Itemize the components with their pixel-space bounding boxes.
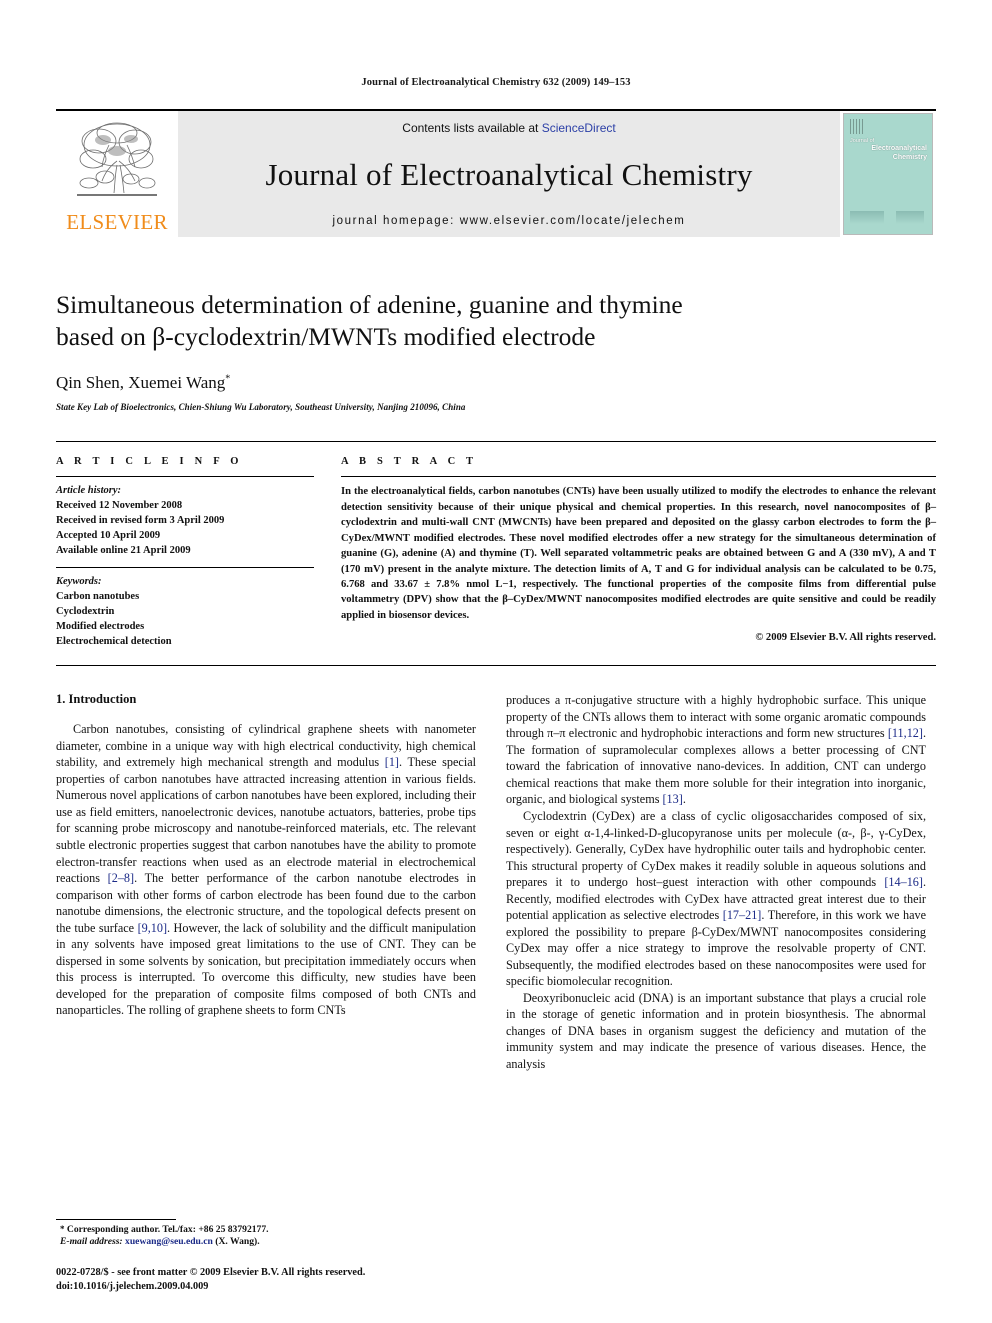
article-history-label: Article history: <box>56 485 122 497</box>
elsevier-logo: ELSEVIER <box>56 111 178 237</box>
article-info-column: A R T I C L E I N F O Article history: R… <box>56 456 332 649</box>
journal-masthead: ELSEVIER Contents lists available at Sci… <box>56 109 936 237</box>
paragraph-text: . <box>682 792 686 807</box>
imprint-block: 0022-0728/$ - see front matter © 2009 El… <box>56 1266 516 1295</box>
body-column-right: produces a π-conjugative structure with … <box>506 692 926 1072</box>
doi: doi:10.1016/j.jelechem.2009.04.009 <box>56 1281 209 1293</box>
reference-citation-link[interactable]: [9,10] <box>138 921 167 935</box>
issn-front-matter: 0022-0728/$ - see front matter © 2009 El… <box>56 1266 366 1278</box>
history-item-accepted: Accepted 10 April 2009 <box>56 530 161 542</box>
footnote-email: E-mail address: xuewang@seu.edu.cn (X. W… <box>56 1236 476 1249</box>
cover-title-text: Journal of Electroanalytical Chemistry <box>850 138 927 162</box>
contents-prefix: Contents lists available at <box>402 121 542 135</box>
journal-cover-thumbnail: Journal of Electroanalytical Chemistry <box>840 111 936 237</box>
author-names: Qin Shen, Xuemei Wang <box>56 373 226 393</box>
footnote-block: * Corresponding author. Tel./fax: +86 25… <box>56 1218 476 1250</box>
right-column-paragraphs: produces a π-conjugative structure with … <box>506 692 926 1072</box>
keyword-item-3: Modified electrodes <box>56 621 145 633</box>
contents-lists-line: Contents lists available at ScienceDirec… <box>402 121 615 135</box>
cover-publisher-mark-icon <box>850 119 863 134</box>
paragraph-text: . However, the lack of solubility and th… <box>56 920 477 1018</box>
email-owner: (X. Wang). <box>215 1236 260 1248</box>
footnote-rule <box>56 1218 176 1220</box>
body-column-left: 1. Introduction Carbon nanotubes, consis… <box>56 692 476 1072</box>
body-paragraph: produces a π-conjugative structure with … <box>506 692 926 808</box>
reference-citation-link[interactable]: [17–21] <box>723 908 762 922</box>
body-paragraph: Cyclodextrin (CyDex) are a class of cycl… <box>506 808 926 990</box>
cover-image: Journal of Electroanalytical Chemistry <box>843 113 933 235</box>
reference-citation-link[interactable]: [11,12] <box>888 726 923 740</box>
article-info-heading: A R T I C L E I N F O <box>56 456 243 468</box>
reference-citation-link[interactable]: [14–16] <box>884 875 923 889</box>
sciencedirect-link[interactable]: ScienceDirect <box>542 121 616 135</box>
abstract-copyright: © 2009 Elsevier B.V. All rights reserved… <box>755 632 936 644</box>
body-paragraph: Carbon nanotubes, consisting of cylindri… <box>56 721 476 1019</box>
cover-footer-logo-left-icon <box>850 211 884 224</box>
keyword-item-1: Carbon nanotubes <box>56 591 140 603</box>
paragraph-text: . These special properties of carbon nan… <box>56 755 477 886</box>
abstract-column: A B S T R A C T In the electroanalytical… <box>332 456 936 649</box>
paragraph-text: produces a π-conjugative structure with … <box>506 693 926 741</box>
history-item-received: Received 12 November 2008 <box>56 500 183 512</box>
history-item-online: Available online 21 April 2009 <box>56 545 191 557</box>
keyword-item-4: Electrochemical detection <box>56 636 172 648</box>
cover-title-line-3: Chemistry <box>892 153 927 161</box>
paper-page: Journal of Electroanalytical Chemistry 6… <box>0 0 992 1323</box>
corresponding-author-marker: * <box>225 373 231 385</box>
abstract-text: In the electroanalytical fields, carbon … <box>341 486 936 621</box>
running-head: Journal of Electroanalytical Chemistry 6… <box>361 77 631 88</box>
paragraph-text: Cyclodextrin (CyDex) are a class of cycl… <box>506 808 926 890</box>
cover-title-line-2: Electroanalytical <box>871 144 927 152</box>
article-title-line-2: based on β-cyclodextrin/MWNTs modified e… <box>56 322 596 352</box>
cover-title-line-1: Journal of <box>850 138 875 144</box>
abstract-heading: A B S T R A C T <box>341 456 478 468</box>
paragraph-text: Deoxyribonucleic acid (DNA) is an import… <box>506 990 926 1071</box>
article-history-group: Article history: Received 12 November 20… <box>56 477 314 567</box>
elsevier-tree-icon <box>77 122 157 196</box>
keywords-group: Keywords: Carbon nanotubes Cyclodextrin … <box>56 568 314 649</box>
keywords-label: Keywords: <box>56 576 102 588</box>
asterisk-icon: * <box>60 1223 65 1234</box>
reference-citation-link[interactable]: [13] <box>663 792 683 806</box>
footnote-corresponding-text: Corresponding author. Tel./fax: +86 25 8… <box>66 1223 269 1235</box>
body-region: 1. Introduction Carbon nanotubes, consis… <box>56 665 936 1072</box>
history-item-revised: Received in revised form 3 April 2009 <box>56 515 225 527</box>
keyword-item-2: Cyclodextrin <box>56 606 115 618</box>
journal-homepage-line[interactable]: journal homepage: www.elsevier.com/locat… <box>333 215 686 227</box>
left-column-paragraphs: Carbon nanotubes, consisting of cylindri… <box>56 721 476 1019</box>
info-abstract-region: A R T I C L E I N F O Article history: R… <box>56 441 936 649</box>
body-paragraph: Deoxyribonucleic acid (DNA) is an import… <box>506 990 926 1073</box>
reference-citation-link[interactable]: [1] <box>385 755 399 769</box>
article-title-line-1: Simultaneous determination of adenine, g… <box>56 290 683 319</box>
elsevier-wordmark: ELSEVIER <box>66 210 168 234</box>
journal-title: Journal of Electroanalytical Chemistry <box>265 156 753 192</box>
affiliation: State Key Lab of Bioelectronics, Chien-S… <box>56 402 466 413</box>
section-heading-introduction: 1. Introduction <box>56 692 137 707</box>
email-address-link[interactable]: xuewang@seu.edu.cn <box>125 1236 213 1247</box>
footnote-corresponding-author: * Corresponding author. Tel./fax: +86 25… <box>56 1224 476 1237</box>
article-title-block: Simultaneous determination of adenine, g… <box>56 289 936 412</box>
email-address-label: E-mail address: <box>60 1236 123 1248</box>
author-list: Qin Shen, Xuemei Wang* <box>56 373 936 393</box>
reference-citation-link[interactable]: [2–8] <box>108 871 134 885</box>
masthead-panel: Contents lists available at ScienceDirec… <box>178 111 840 237</box>
cover-footer-logo-right-icon <box>896 211 924 224</box>
article-title: Simultaneous determination of adenine, g… <box>56 289 756 353</box>
